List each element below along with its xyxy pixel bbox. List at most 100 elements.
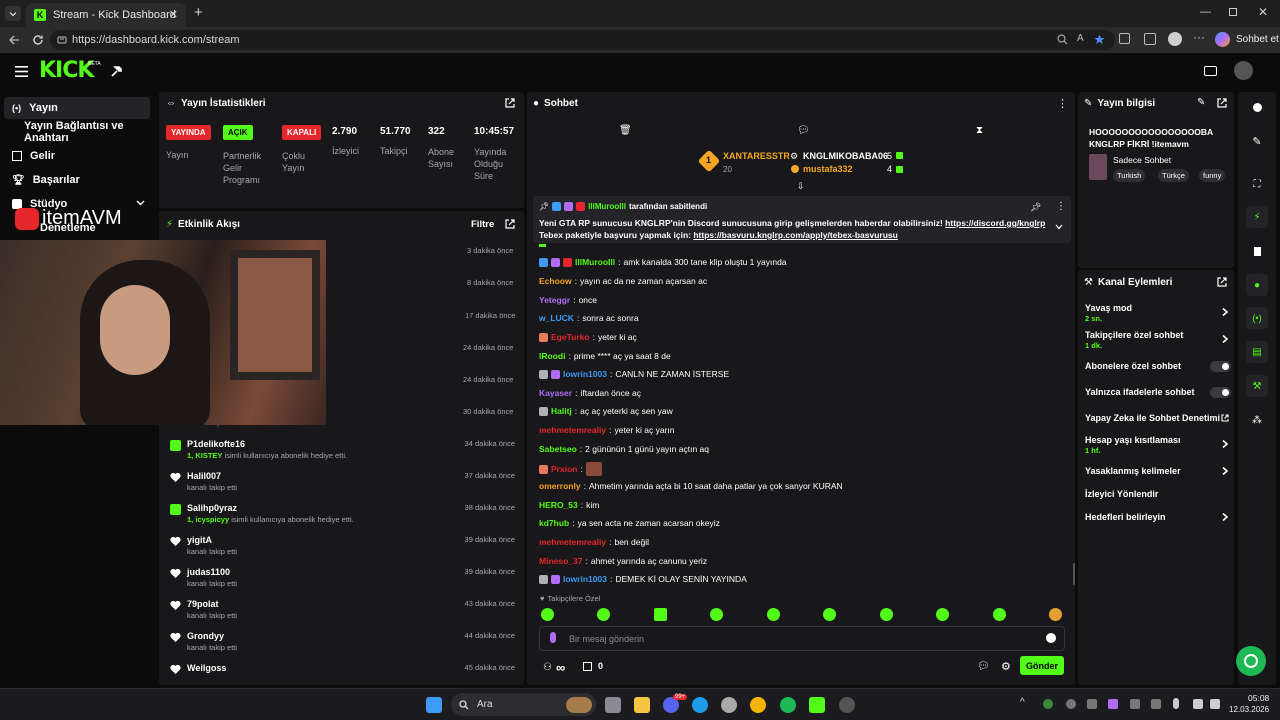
- tag-chip[interactable]: funny: [1199, 169, 1226, 182]
- tray-overflow-icon[interactable]: ^: [1020, 697, 1025, 708]
- chat-username[interactable]: lowrin1003: [563, 574, 607, 584]
- chat-username[interactable]: lowrin1003: [563, 369, 607, 379]
- chevron-down-icon[interactable]: [1055, 224, 1063, 230]
- chat-menu-icon[interactable]: ⋮: [1057, 97, 1068, 110]
- emote-icon[interactable]: [880, 608, 893, 621]
- profile-avatar[interactable]: [1168, 32, 1182, 46]
- taskbar-search[interactable]: Ara: [451, 693, 596, 716]
- tray-app-icon[interactable]: [1108, 699, 1118, 709]
- sidebar-item-stream[interactable]: (•) Yayın: [4, 97, 150, 119]
- copilot-icon[interactable]: [1215, 32, 1230, 47]
- read-aloud-icon[interactable]: A: [1077, 33, 1084, 44]
- chat-username[interactable]: Halitj: [551, 406, 572, 416]
- action-followers-only[interactable]: Takipçilere özel sohbet 1 dk.: [1085, 330, 1231, 350]
- pinned-menu-icon[interactable]: ⋮: [1056, 201, 1066, 212]
- extensions-icon[interactable]: [1119, 33, 1130, 44]
- filter-button[interactable]: Filtre: [471, 219, 494, 230]
- apps-button[interactable]: ⁂: [1246, 409, 1268, 431]
- sidebar-item-stream-key[interactable]: Yayın Bağlantısı ve Anahtarı: [4, 120, 150, 144]
- subscribers-only-toggle[interactable]: [1210, 361, 1231, 372]
- tray-app-icon[interactable]: [1130, 699, 1140, 709]
- emote-icon[interactable]: [1049, 608, 1062, 621]
- hourglass-icon[interactable]: ⧗: [976, 125, 983, 136]
- more-menu-icon[interactable]: ···: [1193, 30, 1205, 44]
- tray-app-icon[interactable]: [1151, 699, 1161, 709]
- taskbar-date[interactable]: 12.03.2026: [1229, 705, 1269, 714]
- maximize-button[interactable]: [1229, 8, 1237, 16]
- volume-icon[interactable]: [1210, 699, 1220, 709]
- tab-list-button[interactable]: [5, 6, 21, 21]
- leaderboard-user[interactable]: mustafa332: [803, 164, 853, 174]
- users-icon[interactable]: ⚇: [543, 662, 552, 673]
- stats-button[interactable]: ▤: [1246, 341, 1268, 363]
- info-button[interactable]: [1246, 96, 1268, 118]
- gift-counter[interactable]: 0: [583, 661, 603, 671]
- chat-username[interactable]: mehmetemrealiy: [539, 537, 606, 547]
- tools-button[interactable]: ⚒: [1246, 375, 1268, 397]
- chat-button[interactable]: ●: [1246, 274, 1268, 296]
- emote-icon[interactable]: [936, 608, 949, 621]
- sidebar-item-revenue[interactable]: Gelir: [4, 145, 150, 167]
- studio-monitor-icon[interactable]: [1204, 66, 1217, 76]
- chat-username[interactable]: lllMurooIll: [575, 257, 615, 267]
- favorite-star-icon[interactable]: [1094, 34, 1105, 45]
- fullscreen-button[interactable]: ⛶: [1246, 173, 1268, 195]
- leaderboard-user[interactable]: KNGLMIKOBABA06: [803, 151, 888, 161]
- app-icon[interactable]: [721, 697, 737, 713]
- chat-settings-icon[interactable]: 💬︎: [797, 125, 810, 136]
- copilot-label[interactable]: Sohbet et: [1236, 34, 1279, 45]
- chat-username[interactable]: w_LUCK: [539, 313, 574, 323]
- emote-icon[interactable]: [541, 608, 554, 621]
- popout-icon[interactable]: [505, 98, 515, 108]
- back-icon[interactable]: [8, 34, 20, 46]
- minimize-button[interactable]: —: [1200, 6, 1211, 18]
- category-thumbnail[interactable]: [1089, 154, 1107, 180]
- notes-button[interactable]: [1246, 240, 1268, 262]
- emote-icon[interactable]: [823, 608, 836, 621]
- start-menu-icon[interactable]: [426, 697, 442, 713]
- hamburger-menu-icon[interactable]: [15, 66, 28, 77]
- task-view-icon[interactable]: [605, 697, 621, 713]
- action-emotes-only[interactable]: Yalnızca ifadelerle sohbet: [1085, 387, 1231, 398]
- tag-chip[interactable]: Türkçe: [1158, 169, 1189, 182]
- refresh-icon[interactable]: [32, 34, 44, 46]
- chat-username[interactable]: EgeTurko: [551, 332, 590, 342]
- chat-input[interactable]: Bir mesaj gönderin: [539, 626, 1065, 651]
- trash-icon[interactable]: 🗑︎: [619, 125, 632, 136]
- close-window-button[interactable]: ✕: [1258, 5, 1268, 19]
- steam-icon[interactable]: [1087, 699, 1097, 709]
- activity-button[interactable]: ⚡︎: [1246, 206, 1268, 228]
- action-slow-mode[interactable]: Yavaş mod 2 sn.: [1085, 303, 1231, 323]
- chat-username[interactable]: Sabetseo: [539, 444, 577, 454]
- leaderboard-user[interactable]: XANTARESSTR: [723, 151, 790, 161]
- edit-icon[interactable]: ✎: [1197, 97, 1205, 108]
- emote-icon[interactable]: [993, 608, 1006, 621]
- browser-tab[interactable]: K Stream - Kick Dashboard ✕: [26, 3, 186, 27]
- emote-icon[interactable]: [654, 608, 667, 621]
- chat-username[interactable]: Echoow: [539, 276, 572, 286]
- chat-username[interactable]: HERO_53: [539, 500, 578, 510]
- url-field[interactable]: https://dashboard.kick.com/stream A: [50, 30, 1115, 50]
- tag-chip[interactable]: Turkish: [1113, 169, 1146, 182]
- chat-bubble-icon[interactable]: 💬︎: [977, 661, 990, 672]
- collapse-leaderboard-icon[interactable]: ⇩: [797, 181, 805, 192]
- apply-link[interactable]: https://basvuru.knglrp.com/apply/tebex-b…: [693, 230, 898, 240]
- close-tab-icon[interactable]: ✕: [169, 8, 178, 21]
- spotify-icon[interactable]: [780, 697, 796, 713]
- popout-icon[interactable]: [1217, 277, 1227, 287]
- chat-username[interactable]: mehmetemrealiy: [539, 425, 606, 435]
- edge-icon[interactable]: [692, 697, 708, 713]
- chat-username[interactable]: Yeteggr: [539, 295, 570, 305]
- action-banned-words[interactable]: Yasaklanmış kelimeler: [1085, 466, 1231, 476]
- support-button[interactable]: [1236, 646, 1266, 676]
- network-icon[interactable]: [1193, 699, 1203, 709]
- category-name[interactable]: Sadece Sohbet: [1113, 155, 1171, 165]
- discord-link[interactable]: https://discord.gg/knglrp: [945, 218, 1045, 228]
- send-button[interactable]: Gönder: [1020, 656, 1064, 675]
- action-ai-moderation[interactable]: Yapay Zeka ile Sohbet Denetimi: [1085, 413, 1231, 423]
- tray-app-icon[interactable]: [1043, 699, 1053, 709]
- gear-icon[interactable]: ⚙︎: [1001, 660, 1011, 673]
- emote-icon[interactable]: [597, 608, 610, 621]
- chat-scrollbar[interactable]: [1073, 563, 1075, 585]
- action-goals[interactable]: Hedefleri belirleyin: [1085, 512, 1231, 522]
